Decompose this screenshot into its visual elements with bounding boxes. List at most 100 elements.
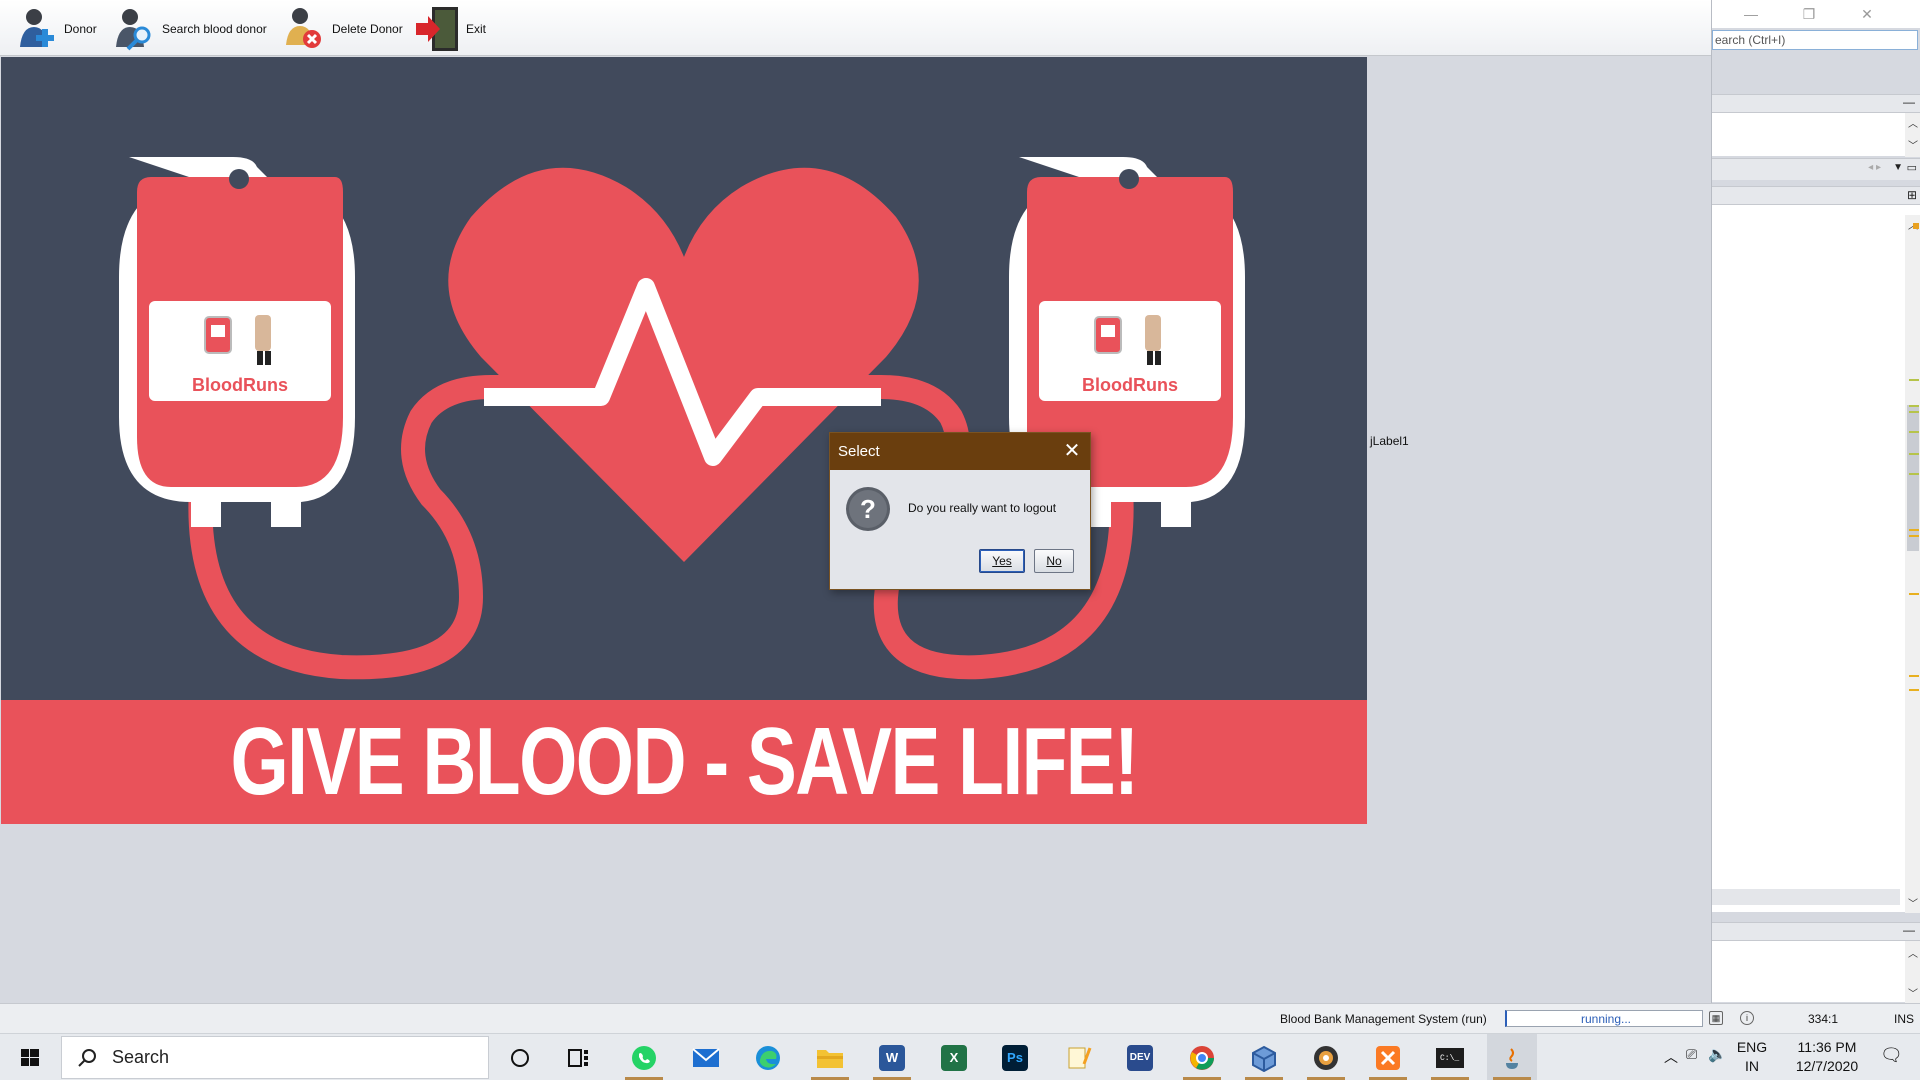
whatsapp-taskbar-button[interactable]	[619, 1034, 669, 1080]
cube-icon	[1252, 1045, 1276, 1072]
output-scrollbar[interactable]: ︿ ﹀	[1905, 941, 1920, 1003]
start-button[interactable]	[0, 1034, 60, 1080]
scroll-up-icon[interactable]: ︿	[1908, 115, 1918, 130]
devcpp-taskbar-button[interactable]: DEV	[1115, 1034, 1165, 1080]
no-button[interactable]: No	[1034, 549, 1074, 573]
chevron-up-icon[interactable]: ︿	[1664, 1047, 1678, 1067]
cortana-circle-icon	[511, 1048, 529, 1067]
dialog-title: Select	[838, 443, 880, 460]
error-stripe-marker[interactable]	[1909, 379, 1919, 381]
folder-icon	[817, 1049, 843, 1068]
edge-taskbar-button[interactable]	[743, 1034, 793, 1080]
volume-icon[interactable]: 🔈	[1708, 1045, 1727, 1063]
word-taskbar-button[interactable]: W	[867, 1034, 917, 1080]
scroll-down-icon[interactable]: ﹀	[1908, 137, 1918, 152]
network-icon[interactable]: ⎚	[1686, 1046, 1697, 1063]
xampp-icon	[1376, 1045, 1400, 1070]
delete-donor-label: Delete Donor	[332, 22, 403, 36]
edge-icon	[756, 1045, 780, 1070]
status-project-name: Blood Bank Management System (run)	[1280, 1012, 1487, 1026]
notepad-taskbar-button[interactable]	[1053, 1034, 1103, 1080]
ide-status-bar: Blood Bank Management System (run) runni…	[0, 1003, 1920, 1033]
error-stripe-marker[interactable]	[1909, 405, 1919, 407]
dialog-titlebar[interactable]: Select ✕	[830, 433, 1090, 470]
file-explorer-taskbar-button[interactable]	[805, 1034, 855, 1080]
taskbar-search-box[interactable]: Search	[61, 1036, 489, 1079]
error-stripe-marker[interactable]	[1909, 529, 1919, 531]
cortana-button[interactable]	[495, 1034, 545, 1080]
error-stripe-marker[interactable]	[1909, 535, 1919, 537]
terminal-taskbar-button[interactable]: C:\_	[1425, 1034, 1475, 1080]
windows-taskbar: Search W X Ps DEV C:\_ ︿ ⎚ 🔈 ENG IN 11:3…	[0, 1033, 1920, 1080]
error-stripe-marker[interactable]	[1913, 223, 1919, 229]
search-blood-donor-button[interactable]: Search blood donor	[110, 3, 267, 55]
split-icon[interactable]: ⊞	[1907, 188, 1917, 202]
info-icon[interactable]: i	[1740, 1011, 1754, 1025]
notifications-icon[interactable]: ▦	[1709, 1011, 1723, 1025]
error-stripe-marker[interactable]	[1909, 473, 1919, 475]
excel-taskbar-button[interactable]: X	[929, 1034, 979, 1080]
error-stripe-marker[interactable]	[1909, 675, 1919, 677]
app-window: Donor Search blood donor Delete Donor Ex…	[0, 0, 1711, 1003]
minimize-button[interactable]: —	[1736, 3, 1766, 25]
status-running-text: running...	[1580, 1012, 1632, 1026]
tab-dropdown-icon[interactable]: ▼	[1893, 162, 1903, 173]
close-window-button[interactable]: ✕	[1852, 3, 1882, 25]
panel-minimize-button[interactable]: —	[1903, 95, 1915, 109]
panel-header: —	[1712, 95, 1920, 113]
media-player-taskbar-button[interactable]	[1301, 1034, 1351, 1080]
language-indicator[interactable]: ENG IN	[1732, 1038, 1772, 1076]
error-stripe-marker[interactable]	[1909, 689, 1919, 691]
output-minimize-button[interactable]: —	[1903, 923, 1915, 937]
svg-text:C:\_: C:\_	[1440, 1054, 1459, 1063]
restore-button[interactable]: ❐	[1794, 3, 1824, 25]
error-stripe-marker[interactable]	[1909, 453, 1919, 455]
photoshop-taskbar-button[interactable]: Ps	[990, 1034, 1040, 1080]
action-center-icon[interactable]: 🗨	[1880, 1045, 1903, 1066]
chrome-taskbar-button[interactable]	[1177, 1034, 1227, 1080]
toolbar: Donor Search blood donor Delete Donor Ex…	[0, 0, 1711, 56]
status-progress-bar[interactable]: running...	[1505, 1010, 1703, 1027]
maximize-editor-icon[interactable]: ▭	[1907, 161, 1917, 174]
panel-scrollbar[interactable]: ︿ ﹀	[1905, 113, 1920, 157]
dialog-close-button[interactable]: ✕	[1060, 439, 1084, 463]
exit-label: Exit	[466, 22, 487, 36]
exit-button[interactable]: Exit	[414, 3, 486, 55]
donor-button[interactable]: Donor	[12, 3, 97, 55]
clock[interactable]: 11:36 PM 12/7/2020	[1782, 1038, 1872, 1076]
scroll-down-icon[interactable]: ﹀	[1908, 985, 1918, 1000]
ide-side-panel: — ❐ ✕ earch (Ctrl+I) — ︿ ﹀ ◂ ▸ ▼ ▭ ⊞ ︿ ﹀	[1711, 0, 1920, 1003]
output-panel: — ︿ ﹀	[1712, 922, 1920, 1003]
terminal-icon: C:\_	[1436, 1047, 1464, 1068]
slogan-text: GIVE BLOOD - SAVE LIFE!	[230, 708, 1139, 815]
bloodruns-left-logo: BloodRuns	[192, 375, 288, 395]
whatsapp-icon	[632, 1045, 656, 1070]
ide-panel-top: — ︿ ﹀	[1712, 94, 1920, 157]
photoshop-icon: Ps	[1002, 1044, 1028, 1071]
yes-button[interactable]: Yes	[979, 549, 1025, 573]
question-icon: ?	[846, 487, 890, 531]
region-code: IN	[1745, 1058, 1759, 1074]
scroll-down-icon[interactable]: ﹀	[1908, 895, 1918, 910]
task-view-button[interactable]	[554, 1034, 604, 1080]
error-stripe-marker[interactable]	[1909, 431, 1919, 433]
search-icon	[78, 1048, 96, 1067]
horizontal-scrollbar[interactable]	[1712, 889, 1900, 905]
jlabel: jLabel1	[1370, 434, 1409, 448]
scroll-up-icon[interactable]: ︿	[1908, 945, 1918, 960]
error-stripe-marker[interactable]	[1909, 593, 1919, 595]
xampp-taskbar-button[interactable]	[1363, 1034, 1413, 1080]
delete-donor-button[interactable]: Delete Donor	[280, 3, 403, 55]
editor-area[interactable]: ⊞ ︿ ﹀	[1712, 186, 1920, 913]
ide-search-input[interactable]: earch (Ctrl+I)	[1712, 30, 1918, 50]
virtualbox-taskbar-button[interactable]	[1239, 1034, 1289, 1080]
disc-icon	[1314, 1045, 1338, 1070]
dialog-message: Do you really want to logout	[908, 501, 1057, 515]
java-icon	[1506, 1047, 1518, 1069]
editor-scrollbar[interactable]: ︿ ﹀	[1905, 215, 1920, 913]
mail-taskbar-button[interactable]	[681, 1034, 731, 1080]
tab-scroll-icon[interactable]: ◂ ▸	[1868, 162, 1881, 173]
java-taskbar-button[interactable]	[1487, 1034, 1537, 1080]
clock-time: 11:36 PM	[1797, 1039, 1857, 1055]
error-stripe-marker[interactable]	[1909, 411, 1919, 413]
